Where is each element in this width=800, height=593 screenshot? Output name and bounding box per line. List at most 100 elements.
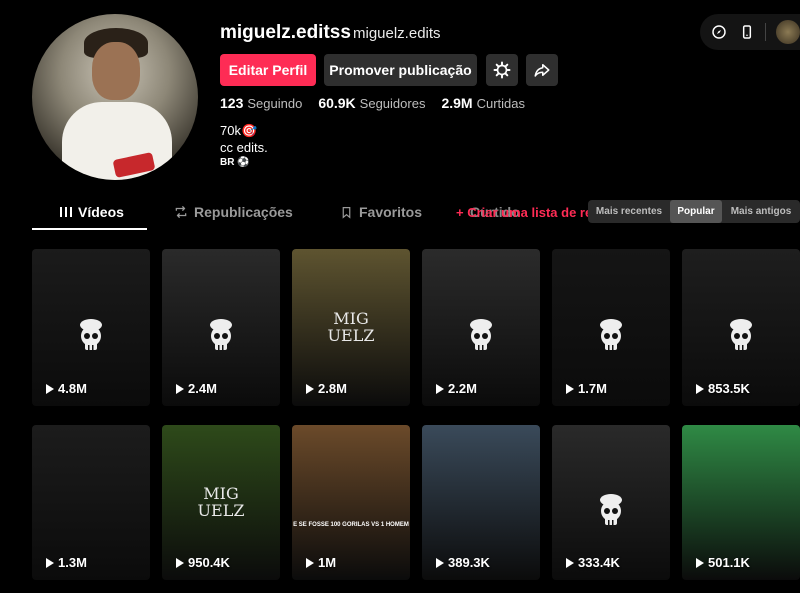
- view-count-value: 389.3K: [448, 555, 490, 570]
- likes-label: Curtidas: [476, 96, 525, 111]
- view-count: 2.2M: [436, 381, 477, 396]
- tab-reposts[interactable]: Republicações: [174, 204, 293, 220]
- compass-button[interactable]: [710, 23, 728, 41]
- skull-watermark-icon: [76, 318, 106, 352]
- view-count-value: 1.7M: [578, 381, 607, 396]
- profile-username: miguelz.editss: [220, 22, 351, 43]
- tab-favorites-label: Favoritos: [359, 204, 423, 220]
- view-count-value: 950.4K: [188, 555, 230, 570]
- video-tile[interactable]: 853.5K: [682, 249, 800, 406]
- video-tile[interactable]: 1.7M: [552, 249, 670, 406]
- video-tile[interactable]: E SE FOSSE 100 GORILAS VS 1 HOMEM 1M: [292, 425, 410, 580]
- view-count: 1M: [306, 555, 336, 570]
- play-icon: [176, 383, 184, 394]
- followers-label: Seguidores: [359, 96, 426, 111]
- skull-watermark-icon: [596, 493, 626, 527]
- view-count-value: 501.1K: [708, 555, 750, 570]
- profile-avatar[interactable]: [32, 14, 198, 180]
- top-right-toolbar: [700, 14, 800, 50]
- view-count-value: 2.2M: [448, 381, 477, 396]
- view-count-value: 2.8M: [318, 381, 347, 396]
- tab-favorites[interactable]: Favoritos: [340, 204, 422, 220]
- following-stat[interactable]: 123 Seguindo: [220, 95, 302, 111]
- sort-recent-button[interactable]: Mais recentes: [588, 200, 670, 223]
- mobile-app-button[interactable]: [738, 23, 756, 41]
- skull-watermark-icon: [466, 318, 496, 352]
- grid-icon: [60, 207, 72, 217]
- edit-profile-button[interactable]: Editar Perfil: [220, 54, 316, 86]
- bio-line-3: BR ⚽: [220, 157, 250, 168]
- play-icon: [306, 383, 314, 394]
- video-tile[interactable]: 2.2M: [422, 249, 540, 406]
- video-tile[interactable]: MIG UELZ 2.8M: [292, 249, 410, 406]
- view-count: 333.4K: [566, 555, 620, 570]
- view-count: 389.3K: [436, 555, 490, 570]
- share-icon: [534, 64, 550, 77]
- following-label: Seguindo: [247, 96, 303, 111]
- skull-watermark-icon: [596, 318, 626, 352]
- repost-icon: [175, 206, 187, 218]
- share-profile-button[interactable]: [526, 54, 558, 86]
- promote-post-button[interactable]: Promover publicação: [324, 54, 477, 86]
- view-count: 1.3M: [46, 555, 87, 570]
- play-icon: [696, 383, 704, 394]
- sort-toggle: Mais recentes Popular Mais antigos: [588, 200, 800, 223]
- play-icon: [436, 557, 444, 568]
- sort-popular-button[interactable]: Popular: [670, 200, 722, 223]
- play-icon: [566, 383, 574, 394]
- profile-stats: 123 Seguindo 60.9K Seguidores 2.9M Curtidas: [220, 95, 525, 111]
- skull-watermark-icon: [726, 318, 756, 352]
- play-icon: [436, 383, 444, 394]
- video-tile[interactable]: 2.4M: [162, 249, 280, 406]
- play-icon: [306, 557, 314, 568]
- gear-icon: [493, 61, 511, 79]
- video-caption: E SE FOSSE 100 GORILAS VS 1 HOMEM: [293, 522, 409, 528]
- compass-icon: [712, 25, 726, 39]
- view-count-value: 853.5K: [708, 381, 750, 396]
- bookmark-icon: [342, 206, 351, 219]
- settings-button[interactable]: [486, 54, 518, 86]
- view-count-value: 333.4K: [578, 555, 620, 570]
- play-icon: [46, 557, 54, 568]
- toolbar-divider: [765, 23, 767, 41]
- play-icon: [566, 557, 574, 568]
- video-overlay-text: MIG UELZ: [197, 483, 245, 521]
- sort-oldest-button[interactable]: Mais antigos: [722, 200, 800, 223]
- tab-reposts-label: Republicações: [194, 204, 293, 220]
- bio-line-2: cc edits.: [220, 140, 268, 155]
- view-count: 853.5K: [696, 381, 750, 396]
- following-count: 123: [220, 95, 244, 111]
- play-icon: [176, 557, 184, 568]
- skull-watermark-icon: [206, 318, 236, 352]
- view-count: 950.4K: [176, 555, 230, 570]
- profile-nickname: miguelz.edits: [353, 25, 441, 42]
- video-tile[interactable]: MIG UELZ 950.4K: [162, 425, 280, 580]
- view-count: 2.8M: [306, 381, 347, 396]
- likes-stat: 2.9M Curtidas: [441, 95, 525, 111]
- play-icon: [46, 383, 54, 394]
- video-tile[interactable]: 501.1K: [682, 425, 800, 580]
- profile-tabs: Vídeos Republicações Favoritos Curtido +…: [0, 200, 800, 232]
- user-avatar-button[interactable]: [776, 20, 800, 44]
- view-count: 2.4M: [176, 381, 217, 396]
- video-tile[interactable]: 1.3M: [32, 425, 150, 580]
- phone-icon: [742, 25, 751, 39]
- tab-videos-label: Vídeos: [78, 204, 124, 220]
- video-tile[interactable]: 4.8M: [32, 249, 150, 406]
- active-tab-indicator: [32, 228, 147, 230]
- video-tile[interactable]: 333.4K: [552, 425, 670, 580]
- view-count-value: 1.3M: [58, 555, 87, 570]
- view-count-value: 1M: [318, 555, 337, 570]
- video-overlay-text: MIG UELZ: [327, 308, 375, 346]
- view-count-value: 4.8M: [58, 381, 87, 396]
- view-count: 1.7M: [566, 381, 607, 396]
- video-tile[interactable]: 389.3K: [422, 425, 540, 580]
- view-count: 4.8M: [46, 381, 87, 396]
- view-count-value: 2.4M: [188, 381, 217, 396]
- tab-videos[interactable]: Vídeos: [60, 204, 124, 220]
- followers-stat[interactable]: 60.9K Seguidores: [318, 95, 425, 111]
- avatar-face: [92, 42, 140, 100]
- likes-count: 2.9M: [441, 95, 473, 111]
- view-count: 501.1K: [696, 555, 750, 570]
- bio-line-1: 70k🎯: [220, 123, 258, 138]
